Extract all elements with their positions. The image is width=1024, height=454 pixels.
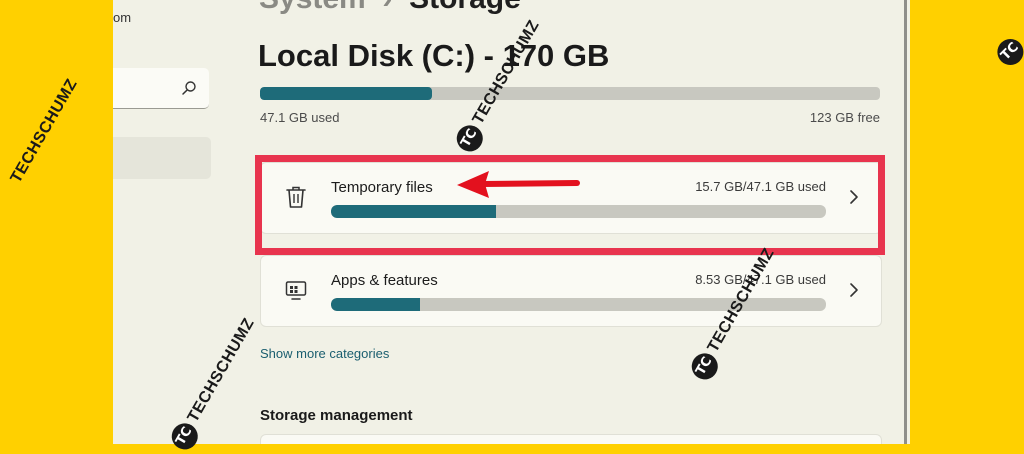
category-usage-fill [331, 205, 496, 218]
apps-icon [285, 281, 307, 300]
show-more-categories-link[interactable]: Show more categories [260, 346, 389, 361]
scrollbar[interactable] [904, 0, 907, 444]
category-title: Temporary files [331, 179, 433, 196]
disk-usage-bar [260, 87, 880, 100]
red-arrow-annotation [457, 171, 580, 198]
watermark-badge: TC [992, 33, 1024, 71]
category-usage-fill [331, 298, 421, 311]
breadcrumb-separator: › [382, 0, 392, 15]
breadcrumb: System › Storage [259, 0, 521, 16]
category-usage-bar [331, 205, 826, 218]
category-title: Apps & features [331, 272, 438, 289]
breadcrumb-storage: Storage [409, 0, 521, 15]
category-usage: 15.7 GB/47.1 GB used [695, 179, 826, 194]
disk-title: Local Disk (C:) - 170 GB [258, 38, 610, 73]
disk-free-label: 123 GB free [809, 110, 880, 125]
chevron-right-icon[interactable] [849, 282, 859, 298]
chevron-right-icon[interactable] [849, 189, 859, 205]
trash-icon [286, 186, 306, 208]
storage-management-card[interactable] [260, 434, 882, 444]
breadcrumb-system[interactable]: System [259, 0, 366, 15]
storage-management-heading: Storage management [260, 407, 413, 424]
category-apps-features[interactable]: Apps & features 8.53 GB/47.1 GB used [260, 255, 882, 327]
disk-used-label: 47.1 GB used [260, 110, 340, 125]
disk-usage-fill [260, 87, 432, 100]
watermark-text: TECHSCHUMZ [7, 76, 81, 186]
